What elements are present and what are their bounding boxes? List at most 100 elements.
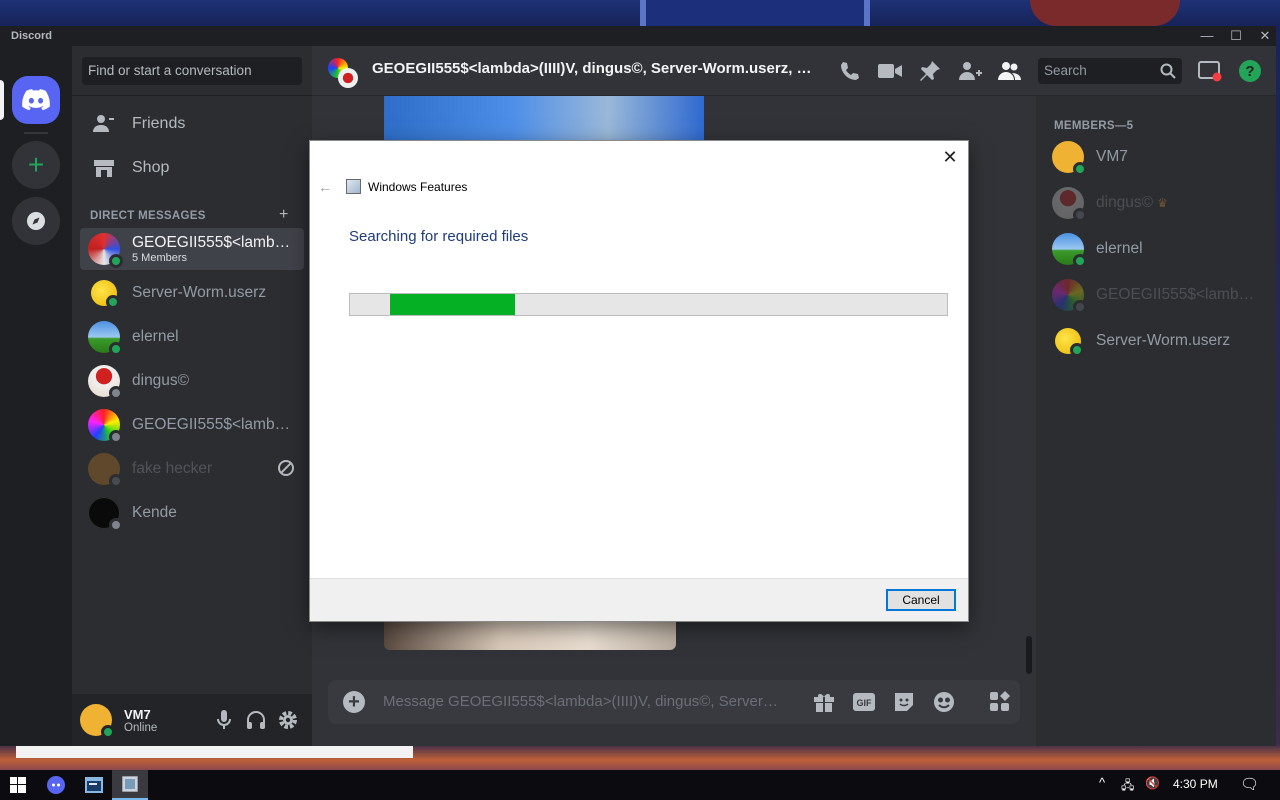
nav-shop[interactable]: Shop bbox=[80, 147, 304, 189]
home-button[interactable] bbox=[12, 76, 60, 124]
dm-item[interactable]: GEOEGII555$<lambda>(IIII)V bbox=[80, 404, 304, 446]
sidebar-search-row: Find or start a conversation bbox=[72, 46, 312, 96]
dm-item[interactable]: elernel bbox=[80, 316, 304, 358]
member-name: Server-Worm.userz bbox=[1096, 332, 1231, 349]
dm-item[interactable]: fake hecker bbox=[80, 448, 304, 490]
wallpaper-detail bbox=[1030, 0, 1180, 26]
show-hidden-icons-button[interactable]: ^ bbox=[1099, 775, 1105, 790]
message-image-attachment[interactable] bbox=[384, 620, 676, 650]
app-title: Discord bbox=[11, 30, 52, 42]
message-image-attachment[interactable] bbox=[384, 96, 704, 142]
upload-button[interactable]: + bbox=[343, 691, 365, 713]
status-indicator bbox=[1073, 300, 1087, 314]
close-window-button[interactable]: ✕ bbox=[1250, 27, 1280, 45]
back-arrow-icon[interactable]: ← bbox=[318, 179, 332, 195]
windows-features-dialog: ✕ ← Windows Features Searching for requi… bbox=[310, 141, 968, 621]
member-item[interactable]: VM7 bbox=[1044, 136, 1268, 178]
member-item[interactable]: GEOEGII555$<lambda>(IIII)V bbox=[1044, 274, 1268, 316]
find-conversation-input[interactable]: Find or start a conversation bbox=[82, 57, 302, 85]
network-icon[interactable]: 🖧 bbox=[1121, 776, 1134, 797]
clock[interactable]: 4:30 PM bbox=[1173, 777, 1218, 791]
status-indicator bbox=[109, 386, 123, 400]
minimize-button[interactable]: — bbox=[1192, 27, 1222, 45]
explore-servers-button[interactable] bbox=[12, 197, 60, 245]
avatar bbox=[91, 280, 120, 309]
member-item[interactable]: Server-Worm.userz bbox=[1044, 320, 1268, 362]
taskbar-windows-features[interactable] bbox=[112, 770, 148, 800]
member-item[interactable]: elernel bbox=[1044, 228, 1268, 270]
message-input[interactable]: Message GEOEGII555$<lambda>(IIII)V, ding… bbox=[383, 693, 778, 710]
start-video-call-button[interactable] bbox=[878, 59, 902, 83]
taskbar-app[interactable] bbox=[76, 770, 112, 800]
volume-muted-icon[interactable]: 🔇 bbox=[1145, 776, 1160, 790]
sticker-button[interactable] bbox=[892, 690, 916, 714]
dialog-status-heading: Searching for required files bbox=[349, 228, 529, 245]
mute-button[interactable] bbox=[210, 706, 238, 734]
rail-divider bbox=[24, 132, 48, 134]
dm-item[interactable]: Server-Worm.userz bbox=[80, 272, 304, 314]
avatar bbox=[1055, 328, 1084, 357]
header-search-input[interactable]: Search bbox=[1038, 58, 1182, 84]
status-indicator bbox=[101, 725, 115, 739]
headphones-icon bbox=[247, 711, 265, 729]
search-placeholder: Search bbox=[1044, 63, 1087, 78]
owner-crown-icon: ♛ bbox=[1157, 196, 1168, 210]
user-settings-button[interactable] bbox=[274, 706, 302, 734]
group-dm-avatar bbox=[328, 58, 358, 88]
user-name: VM7 bbox=[124, 706, 151, 722]
status-indicator bbox=[109, 430, 123, 444]
action-center-icon[interactable]: 🗨 bbox=[1240, 775, 1259, 793]
svg-text:GIF: GIF bbox=[857, 698, 873, 708]
nav-friends[interactable]: Friends bbox=[80, 103, 304, 145]
status-indicator bbox=[109, 254, 123, 268]
discord-app-icon bbox=[47, 776, 65, 794]
taskbar-discord[interactable] bbox=[38, 770, 74, 800]
gear-icon bbox=[279, 711, 297, 729]
members-header: MEMBERS—5 bbox=[1054, 120, 1134, 132]
progress-fill bbox=[390, 294, 515, 315]
message-composer: + Message GEOEGII555$<lambda>(IIII)V, di… bbox=[328, 680, 1020, 724]
title-bar: Discord — ☐ ✕ bbox=[0, 26, 1276, 46]
add-server-button[interactable]: + bbox=[12, 141, 60, 189]
pinned-messages-button[interactable] bbox=[918, 59, 942, 83]
start-voice-call-button[interactable] bbox=[838, 59, 862, 83]
member-item[interactable]: dingus© ♛ bbox=[1044, 182, 1268, 224]
add-friends-to-dm-button[interactable] bbox=[958, 59, 982, 83]
maximize-button[interactable]: ☐ bbox=[1221, 27, 1251, 45]
emoji-icon bbox=[934, 692, 954, 712]
start-button[interactable] bbox=[0, 770, 36, 800]
dm-item[interactable]: dingus© bbox=[80, 360, 304, 402]
member-list-toggle[interactable] bbox=[998, 59, 1022, 83]
dm-name: fake hecker bbox=[132, 460, 213, 477]
apps-button[interactable] bbox=[988, 690, 1012, 714]
app-window-icon bbox=[85, 777, 103, 793]
dm-item[interactable]: GEOEGII555$<lambda>(IIII)V, dingus©, Ser… bbox=[80, 228, 304, 270]
dm-item[interactable]: Kende bbox=[80, 492, 304, 534]
create-dm-button[interactable]: + bbox=[279, 206, 288, 224]
apps-icon bbox=[990, 691, 1010, 711]
chat-scrollbar[interactable] bbox=[1026, 636, 1032, 674]
avatar bbox=[88, 409, 123, 444]
status-indicator bbox=[1070, 343, 1084, 357]
dm-section-header: DIRECT MESSAGES bbox=[90, 210, 206, 222]
compass-icon bbox=[27, 212, 45, 230]
pin-icon bbox=[920, 61, 940, 81]
nav-label: Shop bbox=[132, 159, 170, 176]
svg-text:?: ? bbox=[1245, 63, 1254, 80]
status-indicator bbox=[109, 518, 123, 532]
emoji-button[interactable] bbox=[932, 690, 956, 714]
cancel-button[interactable]: Cancel bbox=[886, 589, 956, 611]
group-avatar bbox=[88, 233, 123, 268]
gif-button[interactable]: GIF bbox=[852, 690, 876, 714]
dm-name: GEOEGII555$<lambda>(IIII)V bbox=[132, 416, 297, 433]
deafen-button[interactable] bbox=[242, 706, 270, 734]
gift-button[interactable] bbox=[812, 690, 836, 714]
user-panel: VM7 Online bbox=[72, 694, 312, 746]
windows-logo-icon bbox=[10, 777, 26, 793]
taskbar: ^ 🖧 🔇 4:30 PM 🗨 bbox=[0, 770, 1280, 800]
inbox-button[interactable] bbox=[1198, 59, 1222, 83]
help-button[interactable]: ? bbox=[1238, 59, 1262, 83]
dialog-close-button[interactable]: ✕ bbox=[940, 147, 960, 167]
blocked-icon bbox=[278, 460, 294, 476]
user-avatar[interactable] bbox=[80, 704, 115, 739]
